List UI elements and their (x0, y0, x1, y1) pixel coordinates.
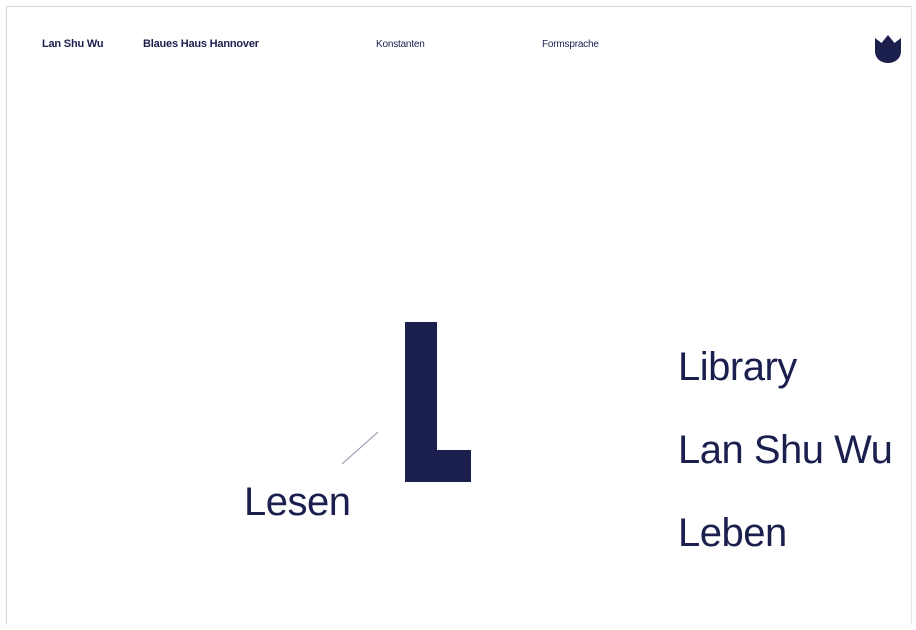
hero-word-leben: Leben (678, 511, 787, 555)
diagonal-line-graphic (341, 431, 379, 465)
hero-word-library: Library (678, 345, 797, 389)
hero-word-lesen: Lesen (244, 480, 351, 524)
hero-word-lan-shu-wu: Lan Shu Wu (678, 428, 893, 472)
nav-link-konstanten[interactable]: Konstanten (376, 39, 425, 50)
crown-shield-icon[interactable] (874, 34, 902, 64)
nav-brand-link[interactable]: Lan Shu Wu (42, 38, 104, 50)
nav-link-formsprache[interactable]: Formsprache (542, 39, 599, 50)
letter-l-graphic (405, 322, 471, 482)
nav-site-link[interactable]: Blaues Haus Hannover (143, 38, 259, 50)
